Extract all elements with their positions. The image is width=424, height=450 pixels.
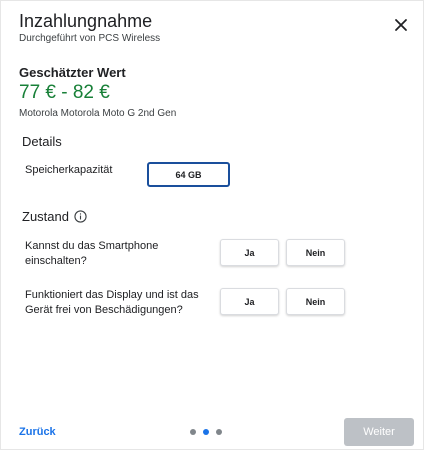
close-button[interactable] <box>391 15 411 35</box>
step-dot-3 <box>216 429 222 435</box>
question-display-condition: Funktioniert das Display und ist das Ger… <box>25 289 199 316</box>
device-name: Motorola Motorola Moto G 2nd Gen <box>19 108 177 119</box>
info-icon[interactable] <box>74 210 87 223</box>
step-indicator <box>190 429 222 435</box>
question-power-on: Kannst du das Smartphone einschalten? <box>25 240 159 267</box>
storage-label: Speicherkapazität <box>25 164 113 176</box>
trade-in-dialog: Inzahlungnahme Durchgeführt von PCS Wire… <box>0 0 424 450</box>
details-heading: Details <box>22 134 62 149</box>
condition-heading-text: Zustand <box>22 209 69 224</box>
display-ok-no-button[interactable]: Nein <box>286 288 345 315</box>
power-on-no-button[interactable]: Nein <box>286 239 345 266</box>
step-dot-2-current <box>203 429 209 435</box>
storage-option-64gb[interactable]: 64 GB <box>147 162 230 187</box>
estimate-price: 77 € - 82 € <box>19 82 110 103</box>
display-ok-yes-button[interactable]: Ja <box>220 288 279 315</box>
condition-heading: Zustand <box>22 209 87 224</box>
estimate-label: Geschätzter Wert <box>19 65 126 80</box>
close-icon <box>395 19 407 31</box>
step-dot-1 <box>190 429 196 435</box>
next-button[interactable]: Weiter <box>344 418 414 446</box>
power-on-yes-button[interactable]: Ja <box>220 239 279 266</box>
dialog-title: Inzahlungnahme <box>19 11 153 31</box>
dialog-subtitle: Durchgeführt von PCS Wireless <box>19 33 161 44</box>
back-link[interactable]: Zurück <box>19 426 56 438</box>
